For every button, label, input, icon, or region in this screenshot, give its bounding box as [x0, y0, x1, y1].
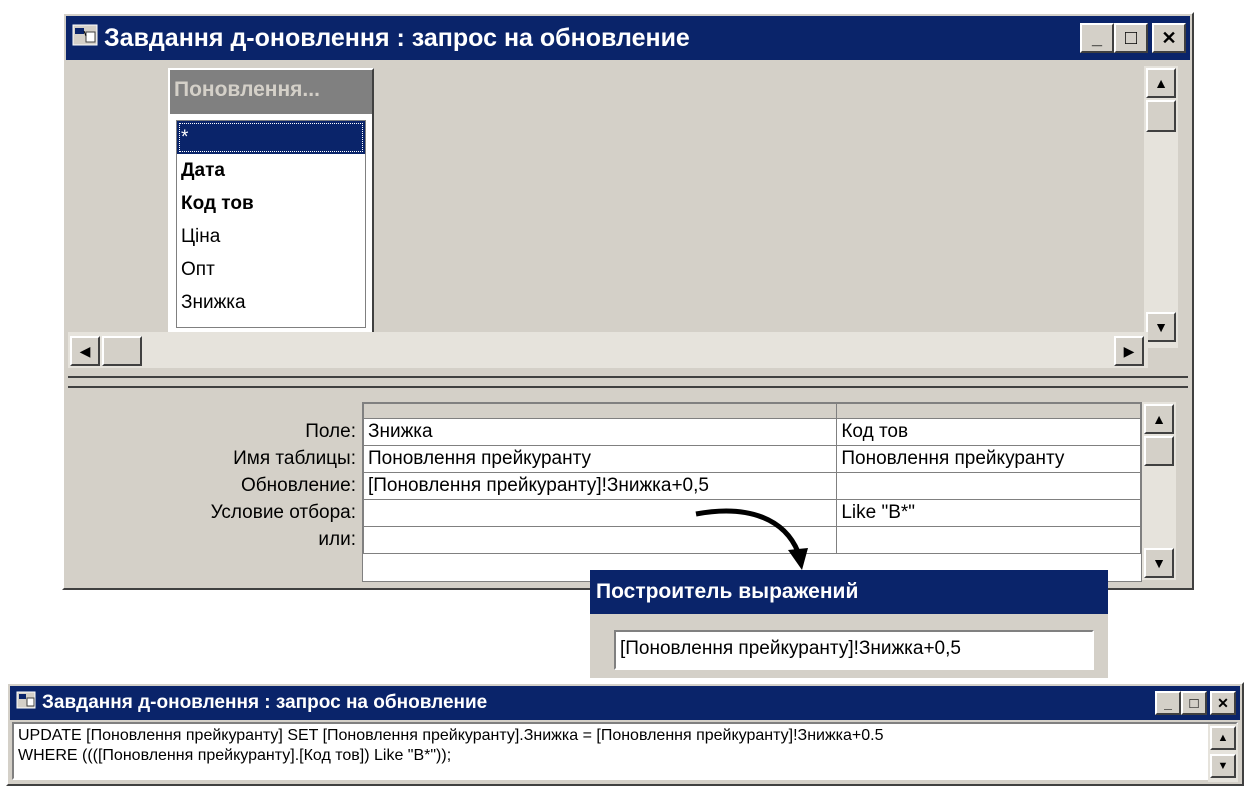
close-button[interactable]: ✕ — [1152, 23, 1186, 53]
sql-scroll-down-button[interactable]: ▼ — [1210, 754, 1236, 778]
hscroll-thumb[interactable] — [102, 336, 142, 366]
scroll-up-button[interactable]: ▲ — [1146, 68, 1176, 98]
field-list-item-code[interactable]: Код тов — [177, 187, 365, 220]
sql-title-bar[interactable]: Завдання д-оновлення : запрос на обновле… — [10, 686, 1240, 720]
maximize-button[interactable]: □ — [1114, 23, 1148, 53]
grid-vertical-scrollbar[interactable]: ▲ ▼ — [1142, 402, 1176, 580]
minimize-button[interactable]: _ — [1080, 23, 1114, 53]
table-field-list-title[interactable]: Поновлення... — [170, 70, 372, 114]
expression-builder-window: Построитель выражений [Поновлення прейку… — [590, 570, 1108, 678]
row-label-update: Обновление: — [241, 475, 356, 496]
sql-line: UPDATE [Поновлення прейкуранту] SET [Пон… — [18, 727, 884, 744]
scroll-right-button[interactable]: ▶ — [1114, 336, 1144, 366]
grid-cell[interactable]: Поновлення прейкуранту — [836, 445, 1141, 473]
row-label-field: Поле: — [305, 421, 356, 442]
window-title: Завдання д-оновлення : запрос на обновле… — [104, 23, 690, 52]
scroll-down-button[interactable]: ▼ — [1146, 312, 1176, 342]
grid-cell[interactable]: Знижка — [363, 418, 838, 446]
row-label-criteria: Условие отбора: — [210, 502, 356, 523]
query-icon — [72, 24, 98, 53]
table-field-list[interactable]: Поновлення... * Дата Код тов Ціна Опт Зн… — [168, 68, 374, 336]
query-icon — [16, 691, 36, 715]
grid-cell[interactable]: [Поновлення прейкуранту]!Знижка+0,5 — [363, 472, 838, 500]
grid-cell[interactable]: Код тов — [836, 418, 1141, 446]
field-list: * Дата Код тов Ціна Опт Знижка — [176, 120, 366, 328]
upper-vertical-scrollbar[interactable]: ▲ ▼ — [1144, 66, 1178, 348]
column-selector[interactable] — [836, 403, 1141, 419]
column-selector[interactable] — [363, 403, 838, 419]
expression-field[interactable]: [Поновлення прейкуранту]!Знижка+0,5 — [614, 630, 1094, 670]
close-button[interactable]: ✕ — [1210, 691, 1236, 715]
pane-splitter[interactable] — [68, 376, 1188, 388]
minimize-button[interactable]: _ — [1155, 691, 1181, 715]
pointer-arrow-icon — [695, 508, 808, 570]
scroll-thumb[interactable] — [1146, 100, 1176, 132]
row-label-or: или: — [318, 529, 356, 550]
field-list-item-price[interactable]: Ціна — [177, 220, 365, 253]
column-selector-row — [363, 403, 1141, 419]
grid-scroll-up-button[interactable]: ▲ — [1144, 404, 1174, 434]
grid-cell[interactable] — [836, 526, 1141, 554]
scroll-left-button[interactable]: ◀ — [70, 336, 100, 366]
sql-vertical-scrollbar[interactable]: ▲ ▼ — [1208, 724, 1238, 782]
grid-scroll-down-button[interactable]: ▼ — [1144, 548, 1174, 578]
field-list-item-date[interactable]: Дата — [177, 154, 365, 187]
grid-cell[interactable] — [836, 472, 1141, 500]
field-list-item-discount[interactable]: Знижка — [177, 286, 365, 319]
expression-builder-title: Построитель выражений — [590, 570, 1108, 614]
field-list-item-all[interactable]: * — [177, 121, 365, 154]
grid-row-update: [Поновлення прейкуранту]!Знижка+0,5 — [363, 472, 1141, 500]
sql-window-title: Завдання д-оновлення : запрос на обновле… — [42, 692, 488, 713]
sql-line: WHERE ((([Поновлення прейкуранту].[Код т… — [18, 747, 452, 764]
grid-cell[interactable]: Like "В*" — [836, 499, 1141, 527]
grid-cell[interactable]: Поновлення прейкуранту — [363, 445, 838, 473]
title-bar[interactable]: Завдання д-оновлення : запрос на обновле… — [66, 16, 1190, 60]
upper-horizontal-scrollbar[interactable]: ◀ ▶ — [68, 332, 1148, 368]
grid-scroll-thumb[interactable] — [1144, 436, 1174, 466]
query-design-window: Завдання д-оновлення : запрос на обновле… — [62, 12, 1194, 590]
table-pane: Поновлення... * Дата Код тов Ціна Опт Зн… — [68, 62, 1166, 347]
sql-text-area[interactable]: UPDATE [Поновлення прейкуранту] SET [Пон… — [12, 722, 1238, 780]
sql-view-window: Завдання д-оновлення : запрос на обновле… — [6, 682, 1244, 786]
row-label-table: Имя таблицы: — [233, 448, 356, 469]
grid-row-field: Знижка Код тов — [363, 418, 1141, 446]
grid-row-labels: Поле: Имя таблицы: Обновление: Условие о… — [68, 418, 356, 553]
grid-row-table: Поновлення прейкуранту Поновлення прейку… — [363, 445, 1141, 473]
field-list-item-wholesale[interactable]: Опт — [177, 253, 365, 286]
sql-scroll-up-button[interactable]: ▲ — [1210, 726, 1236, 750]
maximize-button[interactable]: □ — [1181, 691, 1207, 715]
